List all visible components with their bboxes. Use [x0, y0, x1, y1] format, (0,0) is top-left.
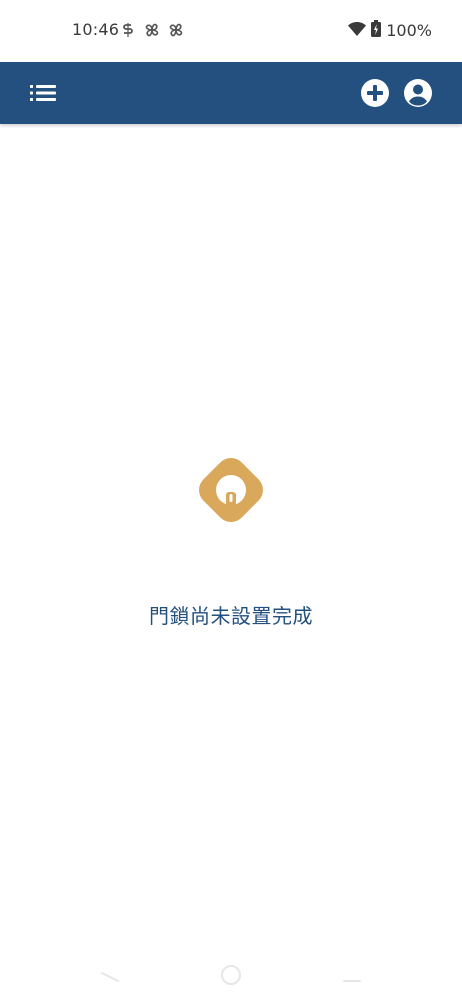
list-menu-icon — [30, 85, 56, 101]
recents-nav-icon[interactable] — [343, 979, 361, 983]
back-nav-icon[interactable] — [100, 971, 120, 983]
s-notification-icon — [119, 21, 137, 39]
battery-level: 100% — [386, 21, 432, 40]
home-nav-icon[interactable] — [220, 964, 242, 986]
empty-state: 門鎖尚未設置完成 — [0, 450, 462, 629]
add-button[interactable] — [360, 78, 390, 108]
fan-notification-icon — [167, 21, 185, 39]
status-bar: 10:46 100% — [0, 0, 462, 62]
status-time: 10:46 — [72, 20, 120, 39]
system-nav-bar — [0, 955, 462, 1000]
menu-button[interactable] — [28, 81, 58, 105]
notification-icons — [119, 21, 185, 39]
lock-logo-icon — [199, 458, 263, 522]
fan-notification-icon — [143, 21, 161, 39]
wifi-icon — [348, 21, 367, 41]
account-button[interactable] — [403, 78, 433, 108]
lock-not-setup-message: 門鎖尚未設置完成 — [149, 604, 313, 628]
account-circle-icon — [404, 79, 432, 107]
app-bar — [0, 62, 462, 124]
battery-icon — [371, 20, 382, 41]
add-circle-icon — [361, 79, 389, 107]
system-status: 100% — [348, 20, 432, 41]
